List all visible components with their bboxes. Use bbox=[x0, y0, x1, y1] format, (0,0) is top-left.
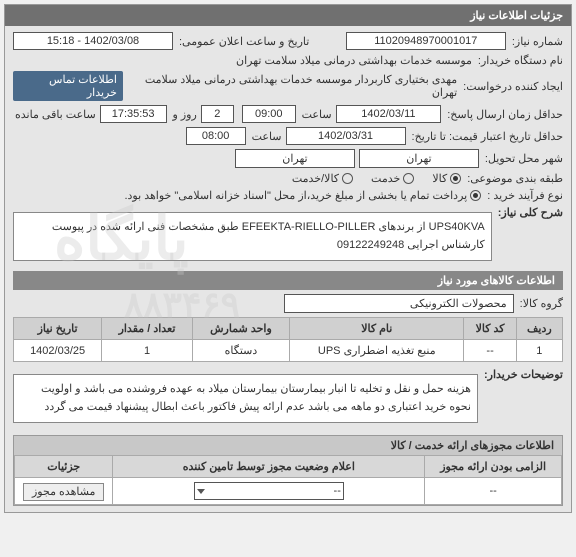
announce-value: 1402/03/08 - 15:18 bbox=[13, 32, 173, 50]
radio-treasury[interactable]: پرداخت تمام یا بخشی از مبلغ خرید،از محل … bbox=[124, 189, 481, 202]
time-label-1: ساعت bbox=[300, 108, 332, 121]
announce-label: تاریخ و ساعت اعلان عمومی: bbox=[177, 35, 309, 48]
deadline-date: 1402/03/11 bbox=[336, 105, 442, 123]
need-no-value: 11020948970001017 bbox=[346, 32, 506, 50]
need-no-label: شماره نیاز: bbox=[510, 35, 563, 48]
radio-service-label: خدمت bbox=[371, 172, 400, 185]
buyer-notes-label: توضیحات خریدار: bbox=[482, 368, 563, 381]
cell-qty: 1 bbox=[102, 340, 193, 362]
permits-title: اطلاعات مجوزهای ارائه خدمت / کالا bbox=[14, 436, 562, 455]
goods-table: ردیف کد کالا نام کالا واحد شمارش تعداد /… bbox=[13, 317, 563, 362]
time-remaining: 17:35:53 bbox=[100, 105, 167, 123]
need-title-box: UPS40KVA از برندهای EFEEKTA-RIELLO-PILLE… bbox=[13, 212, 492, 261]
day-label: روز و bbox=[171, 108, 197, 121]
type-label: طبقه بندی موضوعی: bbox=[465, 172, 563, 185]
valid-to-time: 08:00 bbox=[186, 127, 246, 145]
view-permit-button[interactable]: مشاهده مجوز bbox=[23, 483, 104, 501]
goods-group-value: محصولات الکترونیکی bbox=[284, 294, 514, 313]
main-panel: جزئیات اطلاعات نیاز شماره نیاز: 11020948… bbox=[4, 4, 572, 513]
cell-unit: دستگاه bbox=[192, 340, 289, 362]
th-unit: واحد شمارش bbox=[192, 318, 289, 340]
deadline-time: 09:00 bbox=[242, 105, 296, 123]
th-name: نام کالا bbox=[290, 318, 464, 340]
radio-goods-service[interactable]: کالا/خدمت bbox=[292, 172, 353, 185]
th-qty: تعداد / مقدار bbox=[102, 318, 193, 340]
permits-table: الزامی بودن ارائه مجوز اعلام وضعیت مجوز … bbox=[14, 455, 562, 505]
purchase-label: نوع فرآیند خرید : bbox=[485, 189, 563, 202]
perm-th-1: الزامی بودن ارائه مجوز bbox=[425, 456, 562, 478]
delivery-city-label: شهر محل تحویل: bbox=[483, 152, 563, 165]
goods-group-label: گروه کالا: bbox=[518, 297, 563, 310]
th-date: تاریخ نیاز bbox=[14, 318, 102, 340]
panel-title: جزئیات اطلاعات نیاز bbox=[5, 5, 571, 26]
cell-code: -- bbox=[464, 340, 516, 362]
radio-service[interactable]: خدمت bbox=[371, 172, 414, 185]
select-placeholder: -- bbox=[334, 485, 341, 497]
days-remaining: 2 bbox=[201, 105, 234, 123]
buyer-device-value: موسسه خدمات بهداشتی درمانی میلاد سلامت ت… bbox=[236, 54, 472, 67]
buyer-notes-box: هزینه حمل و نقل و تخلیه تا انبار بیمارست… bbox=[13, 374, 478, 423]
creator-label: ایجاد کننده درخواست: bbox=[461, 80, 563, 93]
th-row: ردیف bbox=[516, 318, 562, 340]
remain-suffix: ساعت باقی مانده bbox=[13, 108, 96, 121]
delivery-city-1: تهران bbox=[359, 149, 479, 168]
radio-goods-label: کالا bbox=[432, 172, 447, 185]
permit-status-select[interactable]: -- bbox=[194, 482, 344, 500]
permits-panel: اطلاعات مجوزهای ارائه خدمت / کالا الزامی… bbox=[13, 435, 563, 506]
radio-goods[interactable]: کالا bbox=[432, 172, 461, 185]
cell-date: 1402/03/25 bbox=[14, 340, 102, 362]
time-label-2: ساعت bbox=[250, 130, 282, 143]
th-code: کد کالا bbox=[464, 318, 516, 340]
permit-row: -- -- مشاهده مجوز bbox=[15, 478, 562, 505]
perm-cell-1: -- bbox=[425, 478, 562, 505]
valid-to-label: حداقل تاریخ اعتبار قیمت: تا تاریخ: bbox=[410, 130, 563, 143]
perm-th-3: جزئیات bbox=[15, 456, 113, 478]
goods-section-header: اطلاعات کالاهای مورد نیاز bbox=[13, 271, 563, 290]
delivery-city-2: تهران bbox=[235, 149, 355, 168]
radio-goods-service-label: کالا/خدمت bbox=[292, 172, 339, 185]
table-row[interactable]: 1 -- منبع تغذیه اضطراری UPS دستگاه 1 140… bbox=[14, 340, 563, 362]
cell-row: 1 bbox=[516, 340, 562, 362]
type-radio-group: کالا خدمت کالا/خدمت bbox=[292, 172, 461, 185]
purchase-note: پرداخت تمام یا بخشی از مبلغ خرید،از محل … bbox=[124, 189, 467, 202]
deadline-label: حداقل زمان ارسال پاسخ: bbox=[445, 108, 563, 121]
buyer-device-label: نام دستگاه خریدار: bbox=[476, 54, 563, 67]
cell-name: منبع تغذیه اضطراری UPS bbox=[290, 340, 464, 362]
chevron-down-icon bbox=[197, 489, 205, 494]
valid-to-date: 1402/03/31 bbox=[286, 127, 406, 145]
contact-buyer-button[interactable]: اطلاعات تماس خریدار bbox=[13, 71, 123, 101]
creator-value: مهدی بختیاری کاربردار موسسه خدمات بهداشت… bbox=[127, 73, 457, 99]
perm-th-2: اعلام وضعیت مجوز توسط تامین کننده bbox=[113, 456, 425, 478]
need-title-label: شرح کلی نیاز: bbox=[496, 206, 563, 219]
